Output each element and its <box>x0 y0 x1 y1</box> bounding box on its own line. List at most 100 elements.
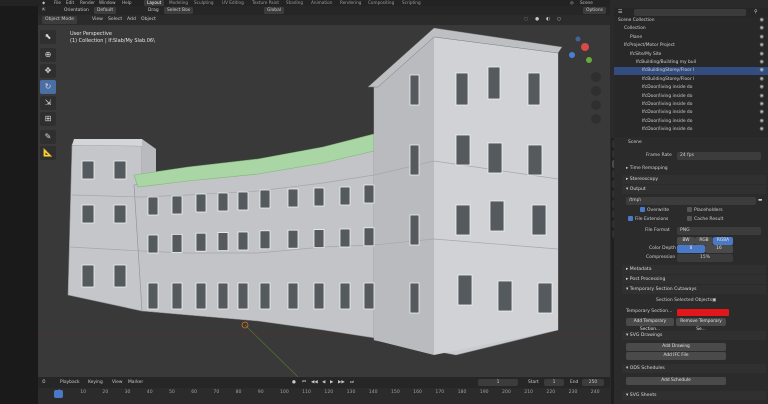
visibility-eye-icon[interactable]: ◉ <box>760 93 764 99</box>
visibility-eye-icon[interactable]: ◉ <box>760 42 764 48</box>
prev-key-icon[interactable]: ◀◀ <box>311 379 318 386</box>
add-schedule-button[interactable]: Add Schedule <box>626 377 726 385</box>
outliner-row[interactable]: IfcBuildingStorey/Floor I <box>614 76 768 84</box>
viewport-menu-add[interactable]: Add <box>127 16 136 24</box>
file-format-dropdown[interactable]: PNG <box>677 227 761 235</box>
visibility-eye-icon[interactable]: ◉ <box>760 59 764 65</box>
visibility-eye-icon[interactable]: ◉ <box>760 109 764 115</box>
jump-end-icon[interactable]: ⏭ <box>350 379 354 386</box>
scale-tool-icon[interactable]: ⇲ <box>40 96 56 110</box>
visibility-eye-icon[interactable]: ◉ <box>760 51 764 57</box>
viewport-menu-object[interactable]: Object <box>141 16 156 24</box>
svg-drawings-panel[interactable]: ▾ SVG Drawings <box>622 331 766 340</box>
annotate-tool-icon[interactable]: ✎ <box>40 130 56 144</box>
transform-tool-icon[interactable]: ⊞ <box>40 112 56 126</box>
current-frame-field[interactable]: 1 <box>478 379 518 386</box>
output-path-field[interactable]: /tmp\ <box>626 197 756 205</box>
outliner-row[interactable]: IfcBuilding/Building my buil <box>614 59 768 67</box>
outliner-row[interactable]: Plane <box>614 34 768 42</box>
outliner-row[interactable]: IfcBuildingStorey/Floor I <box>614 67 768 76</box>
remove-temporary-section-button[interactable]: Remove Temporary Se... <box>676 318 726 332</box>
timeline-icon[interactable]: ⏱ <box>42 379 45 386</box>
file-extensions-checkbox[interactable]: File Extensions <box>628 216 668 224</box>
outliner-display-mode-icon[interactable]: ☰ <box>618 9 622 15</box>
3d-viewport[interactable] <box>38 25 610 377</box>
visibility-eye-icon[interactable]: ◉ <box>760 67 764 73</box>
shading-wireframe-icon[interactable]: ◌ <box>524 16 528 24</box>
timeline-menu-playback[interactable]: Playback <box>60 379 80 386</box>
record-icon[interactable]: ● <box>292 379 296 386</box>
placeholders-checkbox[interactable]: Placeholders <box>687 207 723 215</box>
move-cursor-icon[interactable]: ⊕ <box>40 48 56 62</box>
play-icon[interactable]: ▶ <box>330 379 333 386</box>
orientation-dropdown[interactable]: Default <box>94 7 117 14</box>
outliner-row[interactable]: IfcDoor/living inside do <box>614 118 768 126</box>
color-rgba-button[interactable]: RGBA <box>713 237 733 245</box>
navigation-gizmo[interactable] <box>569 36 592 64</box>
add-temporary-section-button[interactable]: Add Temporary Section... <box>626 318 674 332</box>
playhead[interactable] <box>54 390 63 398</box>
visibility-eye-icon[interactable]: ◉ <box>760 25 764 31</box>
visibility-eye-icon[interactable]: ◉ <box>760 118 764 124</box>
output-panel[interactable]: ▾ Output <box>622 185 766 194</box>
viewport-menu-select[interactable]: Select <box>108 16 122 24</box>
add-drawing-button[interactable]: Add Drawing <box>626 343 726 351</box>
next-key-icon[interactable]: ▶▶ <box>338 379 345 386</box>
post-processing-panel[interactable]: ▸ Post Processing <box>622 275 766 284</box>
shading-rendered-icon[interactable]: ○ <box>557 16 561 24</box>
temp-section-color-swatch[interactable] <box>677 309 729 316</box>
timeline-menu-view[interactable]: View <box>112 379 122 386</box>
timeline-menu-marker[interactable]: Marker <box>128 379 143 386</box>
timeline-ruler[interactable]: 1102030405060708090100110120130140150160… <box>38 388 622 404</box>
mode-dropdown[interactable]: Object Mode <box>42 16 77 24</box>
move-tool-icon[interactable]: ✥ <box>40 64 56 78</box>
measure-tool-icon[interactable]: 📐 <box>40 146 56 160</box>
filter-icon[interactable]: ⚲ <box>754 9 758 15</box>
ods-schedules-panel[interactable]: ▾ ODS Schedules <box>622 364 766 373</box>
cursor-tool-icon[interactable]: ⬉ <box>40 30 56 44</box>
color-rgb-button[interactable]: RGB <box>695 237 713 245</box>
start-frame-field[interactable]: 1 <box>544 379 564 386</box>
outliner-row[interactable]: Scene Collection <box>614 17 768 25</box>
add-ifc-file-button[interactable]: Add IFC File <box>626 352 726 360</box>
visibility-eye-icon[interactable]: ◉ <box>760 76 764 82</box>
end-frame-field[interactable]: 250 <box>582 379 604 386</box>
timeline-menu-keying[interactable]: Keying <box>88 379 103 386</box>
outliner-row[interactable]: IfcDoor/living inside do <box>614 101 768 109</box>
building-model[interactable] <box>38 25 610 377</box>
svg-sheets-panel[interactable]: ▾ SVG Sheets <box>622 391 766 400</box>
time-remapping-expander[interactable]: ▸ Time Remapping <box>626 165 668 173</box>
transform-icon[interactable]: ⇱ <box>42 7 46 14</box>
cache-result-checkbox[interactable]: Cache Result <box>687 216 723 224</box>
outliner-row[interactable]: IfcDoor/living inside do <box>614 109 768 117</box>
outliner-row[interactable]: IfcDoor/living inside do <box>614 126 768 134</box>
color-bw-button[interactable]: BW <box>677 237 695 245</box>
stereoscopy-panel[interactable]: ▸ Stereoscopy <box>622 175 766 184</box>
outliner-row[interactable]: IfcProject/Motor Project <box>614 42 768 50</box>
outliner-row[interactable]: IfcDoor/living inside do <box>614 93 768 101</box>
play-reverse-icon[interactable]: ◀ <box>322 379 325 386</box>
shading-solid-icon[interactable]: ● <box>535 16 539 24</box>
depth-8-button[interactable]: 8 <box>677 245 705 253</box>
viewport-menu-view[interactable]: View <box>92 16 103 24</box>
depth-16-button[interactable]: 16 <box>705 245 733 253</box>
jump-start-icon[interactable]: ⏮ <box>302 379 306 386</box>
outliner-row[interactable]: IfcDoor/living inside do <box>614 84 768 92</box>
visibility-eye-icon[interactable]: ◉ <box>760 34 764 40</box>
shading-material-icon[interactable]: ◐ <box>546 16 550 24</box>
visibility-eye-icon[interactable]: ◉ <box>760 84 764 90</box>
section-selected-icon[interactable]: ▣ <box>712 297 716 305</box>
options-dropdown[interactable]: Options <box>583 7 606 14</box>
outliner-search-input[interactable] <box>634 9 746 16</box>
section-cutaways-panel[interactable]: ▾ Temporary Section Cutaways <box>622 285 766 294</box>
visibility-eye-icon[interactable]: ◉ <box>760 17 764 23</box>
metadata-panel[interactable]: ▸ Metadata <box>622 265 766 274</box>
transform-orientation-dropdown[interactable]: Global <box>264 7 285 14</box>
visibility-eye-icon[interactable]: ◉ <box>760 101 764 107</box>
visibility-eye-icon[interactable]: ◉ <box>760 126 764 132</box>
overwrite-checkbox[interactable]: Overwrite <box>640 207 669 215</box>
outliner-row[interactable]: Collection <box>614 25 768 33</box>
compression-slider[interactable]: 15% <box>677 254 733 262</box>
folder-icon[interactable]: ▬ <box>758 197 762 205</box>
outliner-row[interactable]: IfcSite/My Site <box>614 51 768 59</box>
